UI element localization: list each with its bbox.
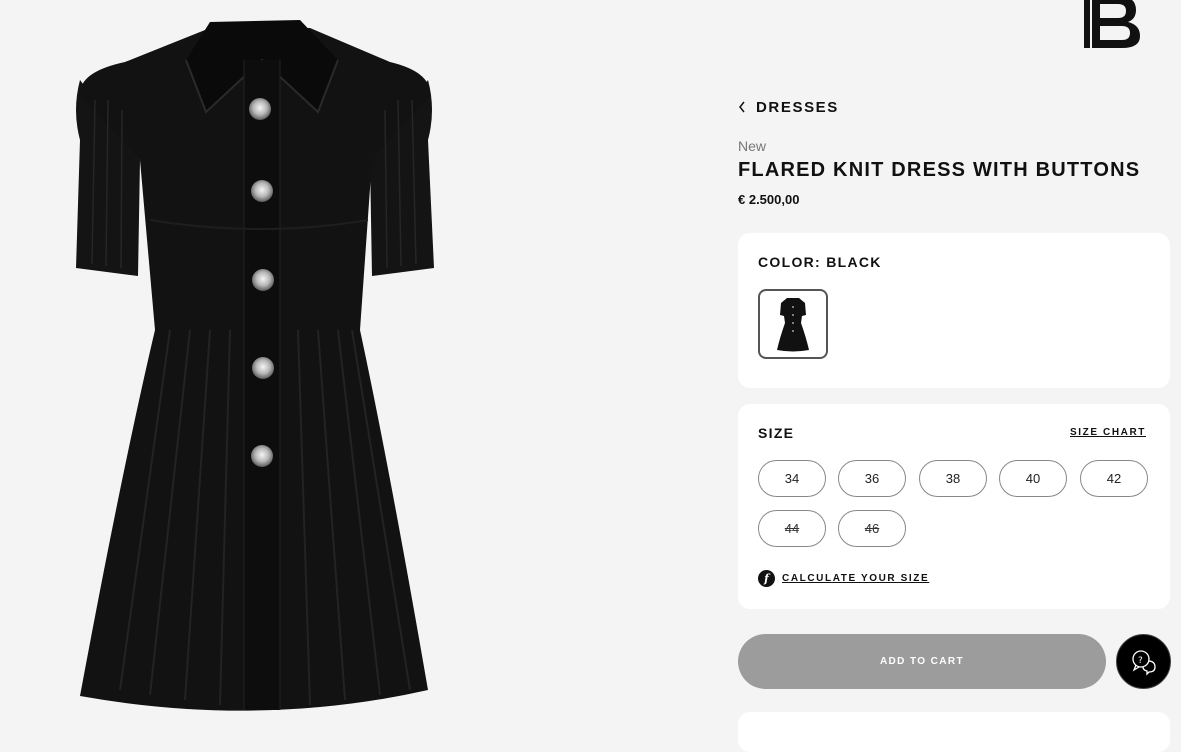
size-option-44[interactable]: 44	[758, 510, 826, 547]
product-price: € 2.500,00	[738, 192, 800, 207]
breadcrumb-label[interactable]: DRESSES	[756, 99, 839, 116]
add-to-cart-button[interactable]: ADD TO CART	[738, 634, 1106, 689]
color-swatch-black[interactable]	[758, 289, 828, 359]
chat-bubbles-icon: ?	[1131, 649, 1156, 676]
size-option-46[interactable]: 46	[838, 510, 906, 547]
chevron-left-icon[interactable]	[738, 101, 746, 113]
svg-text:?: ?	[1138, 656, 1143, 666]
size-option-38[interactable]: 38	[919, 460, 987, 497]
details-card	[738, 712, 1170, 752]
size-label: SIZE	[758, 425, 795, 441]
calculate-size-label[interactable]: CALCULATE YOUR SIZE	[782, 573, 929, 584]
breadcrumb[interactable]: DRESSES	[738, 97, 839, 117]
size-selector-card: SIZE SIZE CHART 34 36 38 40 42 44 46 f C…	[738, 404, 1170, 609]
placket	[244, 60, 280, 710]
size-option-42[interactable]: 42	[1080, 460, 1148, 497]
brand-logo[interactable]	[1078, 0, 1150, 52]
size-option-36[interactable]: 36	[838, 460, 906, 497]
size-chart-link[interactable]: SIZE CHART	[1070, 427, 1146, 438]
size-option-40[interactable]: 40	[999, 460, 1067, 497]
product-title: FLARED KNIT DRESS WITH BUTTONS	[738, 159, 1141, 181]
chat-button[interactable]: ?	[1116, 634, 1171, 689]
calculate-size-link[interactable]: f CALCULATE YOUR SIZE	[758, 570, 929, 587]
color-label: COLOR: BLACK	[758, 254, 882, 270]
color-selector-card: COLOR: BLACK	[738, 233, 1170, 388]
dress-thumbnail-icon	[777, 298, 809, 352]
product-image[interactable]	[0, 0, 700, 736]
new-badge: New	[738, 138, 767, 154]
fit-finder-icon: f	[758, 570, 775, 587]
size-option-34[interactable]: 34	[758, 460, 826, 497]
